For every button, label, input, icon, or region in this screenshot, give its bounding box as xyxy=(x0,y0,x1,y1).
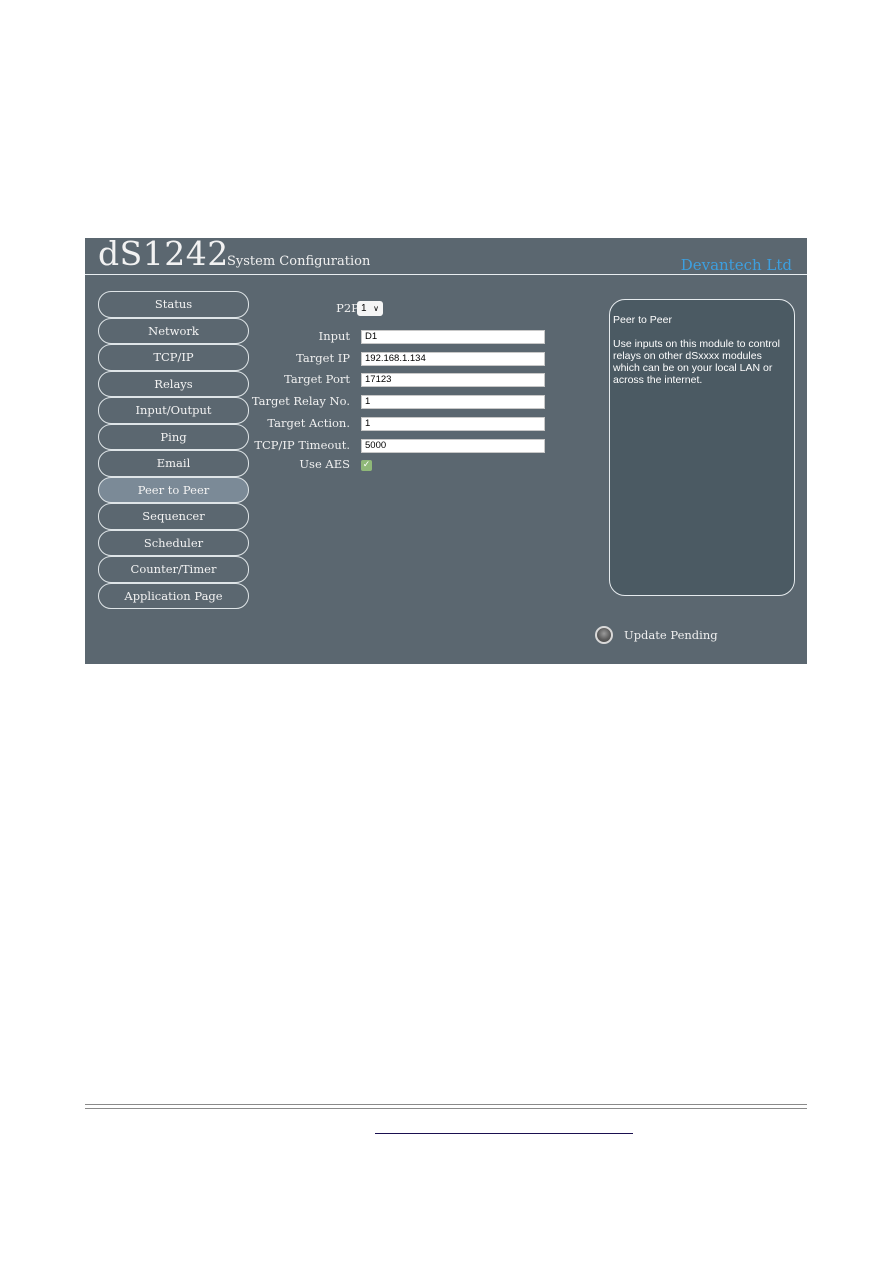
use-aes-row: Use AES ✓ xyxy=(260,457,560,473)
help-body: Use inputs on this module to control rel… xyxy=(613,338,780,386)
brand-name: Devantech Ltd xyxy=(680,256,792,274)
page-subtitle: System Configuration xyxy=(227,254,371,269)
footer-divider xyxy=(85,1104,807,1109)
check-icon: ✓ xyxy=(362,460,371,470)
status-led-icon xyxy=(595,626,613,644)
tcpip-timeout-label: TCP/IP Timeout. xyxy=(254,438,350,452)
target-relay-label: Target Relay No. xyxy=(251,394,350,408)
target-action-row: Target Action. 1 xyxy=(260,416,560,432)
model-title: dS1242 xyxy=(98,234,229,273)
sidebar-item-peer-to-peer[interactable]: Peer to Peer xyxy=(98,476,249,503)
status-text: Update Pending xyxy=(624,628,718,642)
sidebar-item-counter-timer[interactable]: Counter/Timer xyxy=(98,556,249,583)
target-ip-label: Target IP xyxy=(296,350,350,365)
sidebar-item-status[interactable]: Status xyxy=(98,291,249,318)
chevron-down-icon: ∨ xyxy=(373,304,379,313)
sidebar-item-sequencer[interactable]: Sequencer xyxy=(98,503,249,530)
sidebar-nav: Status Network TCP/IP Relays Input/Outpu… xyxy=(98,291,249,609)
sidebar-item-scheduler[interactable]: Scheduler xyxy=(98,529,249,556)
help-title: Peer to Peer xyxy=(613,314,672,326)
sidebar-item-application-page[interactable]: Application Page xyxy=(98,582,249,609)
target-action-field[interactable]: 1 xyxy=(361,417,545,431)
input-label: Input xyxy=(318,329,350,343)
sidebar-item-relays[interactable]: Relays xyxy=(98,370,249,397)
sidebar-item-network[interactable]: Network xyxy=(98,317,249,344)
target-port-field[interactable]: 17123 xyxy=(361,373,545,387)
target-relay-field[interactable]: 1 xyxy=(361,395,545,409)
p2p-number-row: P2P No. 1 ∨ xyxy=(260,301,560,317)
target-ip-field[interactable]: 192.168.1.134 xyxy=(361,351,545,366)
sidebar-item-email[interactable]: Email xyxy=(98,450,249,477)
footer-link-underline[interactable] xyxy=(375,1133,633,1134)
p2p-number-select[interactable]: 1 ∨ xyxy=(357,301,383,316)
tcpip-timeout-row: TCP/IP Timeout. 5000 xyxy=(254,438,560,454)
p2p-number-value: 1 xyxy=(361,303,367,314)
sidebar-item-tcpip[interactable]: TCP/IP xyxy=(98,344,249,371)
help-box: Peer to Peer Use inputs on this module t… xyxy=(609,299,795,596)
target-port-label: Target Port xyxy=(284,372,350,386)
sidebar-item-ping[interactable]: Ping xyxy=(98,423,249,450)
sidebar-item-input-output[interactable]: Input/Output xyxy=(98,397,249,424)
page-header: dS1242 System Configuration Devantech Lt… xyxy=(85,234,807,275)
input-field[interactable]: D1 xyxy=(361,330,545,344)
tcpip-timeout-field[interactable]: 5000 xyxy=(361,439,545,453)
use-aes-label: Use AES xyxy=(299,457,350,471)
target-ip-row: Target IP 192.168.1.134 xyxy=(260,351,560,367)
target-relay-row: Target Relay No. 1 xyxy=(252,394,560,410)
config-panel: dS1242 System Configuration Devantech Lt… xyxy=(85,234,807,664)
use-aes-checkbox[interactable]: ✓ xyxy=(361,460,372,471)
target-action-label: Target Action. xyxy=(267,416,350,430)
input-row: Input D1 xyxy=(260,329,560,345)
target-port-row: Target Port 17123 xyxy=(260,372,560,388)
